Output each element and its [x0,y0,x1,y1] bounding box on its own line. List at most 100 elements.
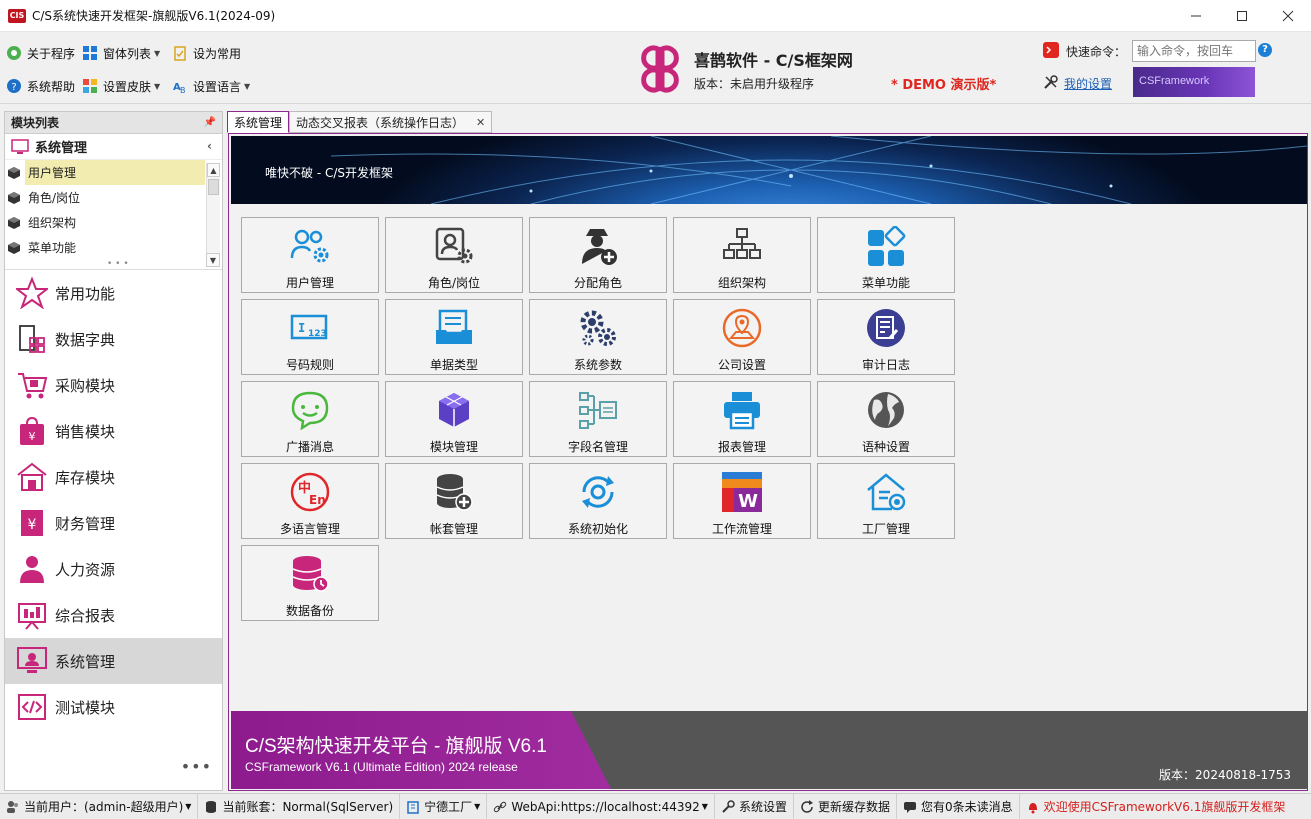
function-tile[interactable]: 广播消息 [241,381,379,457]
status-current-account[interactable]: 当前账套：Normal(SqlServer) [198,793,401,819]
module-item[interactable]: 数据字典 [5,316,222,362]
sub-module-item[interactable]: 组织架构 [5,210,222,235]
module-label: 测试模块 [55,698,116,717]
function-tile[interactable]: 单据类型 [385,299,523,375]
tab-cross-report[interactable]: 动态交叉报表（系统操作日志） ✕ [289,111,493,133]
svg-text:I: I [298,321,305,335]
scroll-down-icon[interactable]: ▼ [206,253,220,267]
star-icon [15,276,49,310]
cube-icon [8,166,20,179]
module-item[interactable]: 常用功能 [5,270,222,316]
close-button[interactable] [1265,0,1311,32]
function-tile[interactable]: I 123 号码规则 [241,299,379,375]
company-location-icon [720,306,764,350]
clipboard-check-icon [172,45,188,61]
sub-module-label: 菜单功能 [28,241,77,255]
function-tile[interactable]: 用户管理 [241,217,379,293]
function-tile[interactable]: 系统初始化 [529,463,667,539]
skin-button[interactable]: 设置皮肤 ▼ [82,76,160,96]
function-tile[interactable]: 工厂管理 [817,463,955,539]
content-area: 唯快不破 - C/S开发框架 用户管理 角色/岗位 分配角色 组织架构 菜单功能 I 123… [228,133,1308,791]
tab-system-admin[interactable]: 系统管理 [227,111,290,133]
set-common-button[interactable]: 设为常用 [172,43,241,63]
function-tile[interactable]: 报表管理 [673,381,811,457]
svg-text:B: B [180,86,186,94]
window-list-button[interactable]: 窗体列表 ▼ [82,43,160,63]
module-label: 销售模块 [55,422,116,441]
minimize-button[interactable] [1173,0,1219,32]
group-system-admin[interactable]: 系统管理 ‹ [5,134,222,160]
module-list-title: 模块列表 [11,116,60,130]
chevron-down-icon: ▼ [185,802,192,811]
module-item[interactable]: 人力资源 [5,546,222,592]
skin-label: 设置皮肤 [103,79,152,94]
status-welcome-label: 欢迎使用CSFrameworkV6.1旗舰版开发框架 [1043,800,1286,814]
function-tile[interactable]: 菜单功能 [817,217,955,293]
function-tile[interactable]: 中 En 多语言管理 [241,463,379,539]
tile-label: 组织架构 [717,276,766,290]
function-tile[interactable]: 数据备份 [241,545,379,621]
status-refresh-cache[interactable]: 更新缓存数据 [794,793,897,819]
database-icon [204,800,218,814]
function-tile[interactable]: W 工作流管理 [673,463,811,539]
sub-module-item[interactable]: 角色/岗位 [5,185,222,210]
module-item[interactable]: ¥ 财务管理 [5,500,222,546]
function-tile[interactable]: 角色/岗位 [385,217,523,293]
module-item[interactable]: 测试模块 [5,684,222,730]
function-tile[interactable]: 字段名管理 [529,381,667,457]
status-settings[interactable]: 系统设置 [715,793,794,819]
module-item[interactable]: 库存模块 [5,454,222,500]
tile-label: 用户管理 [285,276,334,290]
close-tab-icon[interactable]: ✕ [476,116,485,129]
tile-label: 系统初始化 [567,522,628,536]
help-button[interactable]: ? 系统帮助 [6,76,75,96]
status-current-user[interactable]: 当前用户：(admin-超级用户) ▼ [0,793,199,819]
document-type-icon [432,306,476,350]
module-item[interactable]: 采购模块 [5,362,222,408]
quick-command-input[interactable] [1132,40,1256,62]
function-tile[interactable]: 语种设置 [817,381,955,457]
function-tile[interactable]: 系统参数 [529,299,667,375]
scroll-thumb[interactable] [208,179,219,195]
function-tile[interactable]: 分配角色 [529,217,667,293]
terminal-icon [1043,42,1059,58]
brand-version: 版本：未启用升级程序 [694,77,815,91]
set-common-label: 设为常用 [193,46,242,61]
status-factory[interactable]: 宁德工厂 ▼ [400,793,488,819]
function-tile[interactable]: 组织架构 [673,217,811,293]
footer-banner: C/S架构快速开发平台 - 旗舰版 V6.1 CSFramework V6.1 … [231,711,1307,789]
function-tile[interactable]: 帐套管理 [385,463,523,539]
brand-logo-icon [641,45,679,93]
more-modules-button[interactable]: ••• [181,757,212,776]
function-tile[interactable]: 模块管理 [385,381,523,457]
about-button[interactable]: 关于程序 [6,43,75,63]
language-button[interactable]: AB 设置语言 ▼ [172,76,250,96]
status-messages[interactable]: 您有0条未读消息 [897,793,1020,819]
pin-icon[interactable]: 📌 [204,117,216,128]
tile-label: 审计日志 [861,358,910,372]
tile-label: 单据类型 [429,358,478,372]
maximize-button[interactable] [1219,0,1265,32]
module-item[interactable]: 综合报表 [5,592,222,638]
tools-icon [1044,75,1058,89]
function-tile[interactable]: 审计日志 [817,299,955,375]
sub-module-item[interactable]: 菜单功能 [5,235,222,260]
quick-help-icon[interactable]: ? [1258,43,1272,57]
my-settings-link[interactable]: 我的设置 [1064,75,1112,92]
sub-module-item[interactable]: 用户管理 [5,160,222,185]
module-label: 库存模块 [55,468,116,487]
module-label: 采购模块 [55,376,116,395]
app-icon: CIS [8,8,26,23]
function-tile[interactable]: 公司设置 [673,299,811,375]
module-item[interactable]: 系统管理 [5,638,222,684]
multi-language-icon: 中 En [288,470,332,514]
chevron-left-icon[interactable]: ‹ [207,139,212,153]
language-label: 设置语言 [193,79,242,94]
module-item[interactable]: ¥ 销售模块 [5,408,222,454]
status-user-label: 当前用户：(admin-超级用户) [24,800,184,814]
scroll-up-icon[interactable]: ▲ [207,163,220,177]
status-webapi[interactable]: WebApi:https://localhost:44392 ▼ [487,793,715,819]
list-scrollbar[interactable]: ▲ ▼ [206,163,220,267]
module-label: 系统管理 [55,652,116,671]
csframework-banner[interactable]: CSFramework [1133,67,1255,97]
